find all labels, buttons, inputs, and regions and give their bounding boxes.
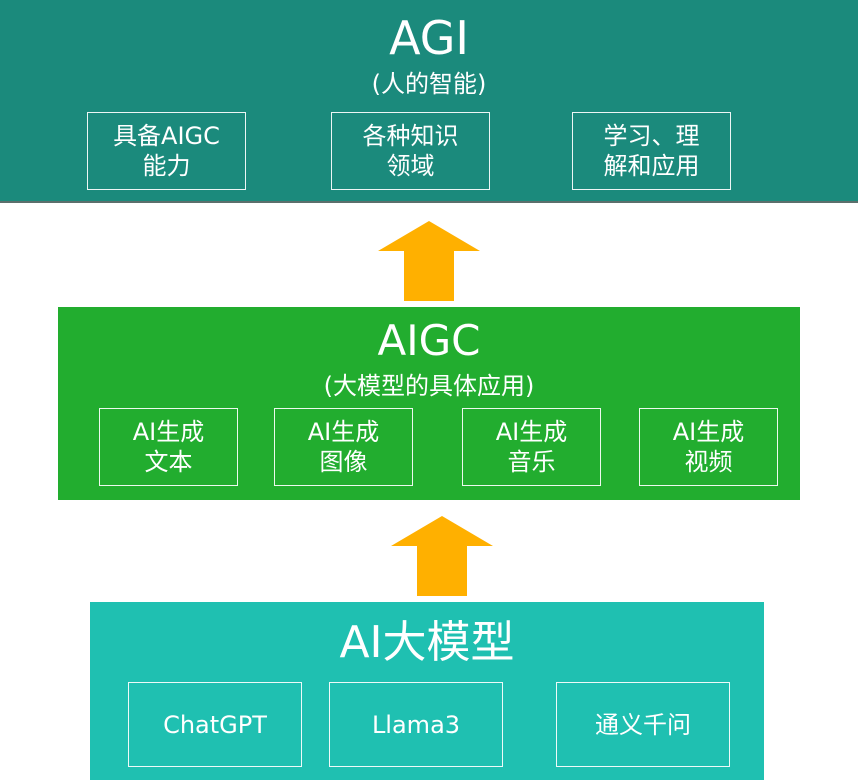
agi-title: AGI (389, 11, 469, 65)
agi-capability-label: 具备AIGC 能力 (113, 122, 220, 180)
chatgpt-label: ChatGPT (163, 710, 267, 739)
agi-layer: AGI (人的智能) 具备AIGC 能力 各种知识 领域 学习、理 解和应用 (0, 0, 858, 203)
ai-music-generation-box: AI生成 音乐 (462, 408, 601, 486)
agi-knowledge-box: 各种知识 领域 (331, 112, 490, 190)
ai-model-title: AI大模型 (339, 617, 515, 668)
agi-capability-box: 具备AIGC 能力 (87, 112, 246, 190)
tongyi-qianwen-box: 通义千问 (556, 682, 730, 767)
llama3-box: Llama3 (329, 682, 503, 767)
ai-image-generation-label: AI生成 图像 (307, 418, 380, 476)
aigc-layer: AIGC (大模型的具体应用) AI生成 文本 AI生成 图像 AI生成 音乐 … (58, 307, 800, 500)
agi-knowledge-label: 各种知识 领域 (362, 122, 459, 180)
agi-learning-box: 学习、理 解和应用 (572, 112, 731, 190)
ai-music-generation-label: AI生成 音乐 (495, 418, 568, 476)
chatgpt-box: ChatGPT (128, 682, 302, 767)
ai-model-layer: AI大模型 ChatGPT Llama3 通义千问 (90, 602, 764, 780)
ai-video-generation-box: AI生成 视频 (639, 408, 778, 486)
aigc-subtitle: (大模型的具体应用) (323, 372, 535, 400)
agi-subtitle: (人的智能) (371, 70, 487, 98)
tongyi-qianwen-label: 通义千问 (595, 710, 691, 739)
ai-video-generation-label: AI生成 视频 (672, 418, 745, 476)
ai-image-generation-box: AI生成 图像 (274, 408, 413, 486)
ai-text-generation-label: AI生成 文本 (132, 418, 205, 476)
llama3-label: Llama3 (371, 710, 461, 739)
agi-learning-label: 学习、理 解和应用 (603, 122, 700, 180)
aigc-title: AIGC (377, 316, 481, 365)
lower-arrow-up-icon (391, 516, 493, 596)
ai-text-generation-box: AI生成 文本 (99, 408, 238, 486)
upper-arrow-up-icon (378, 221, 480, 301)
